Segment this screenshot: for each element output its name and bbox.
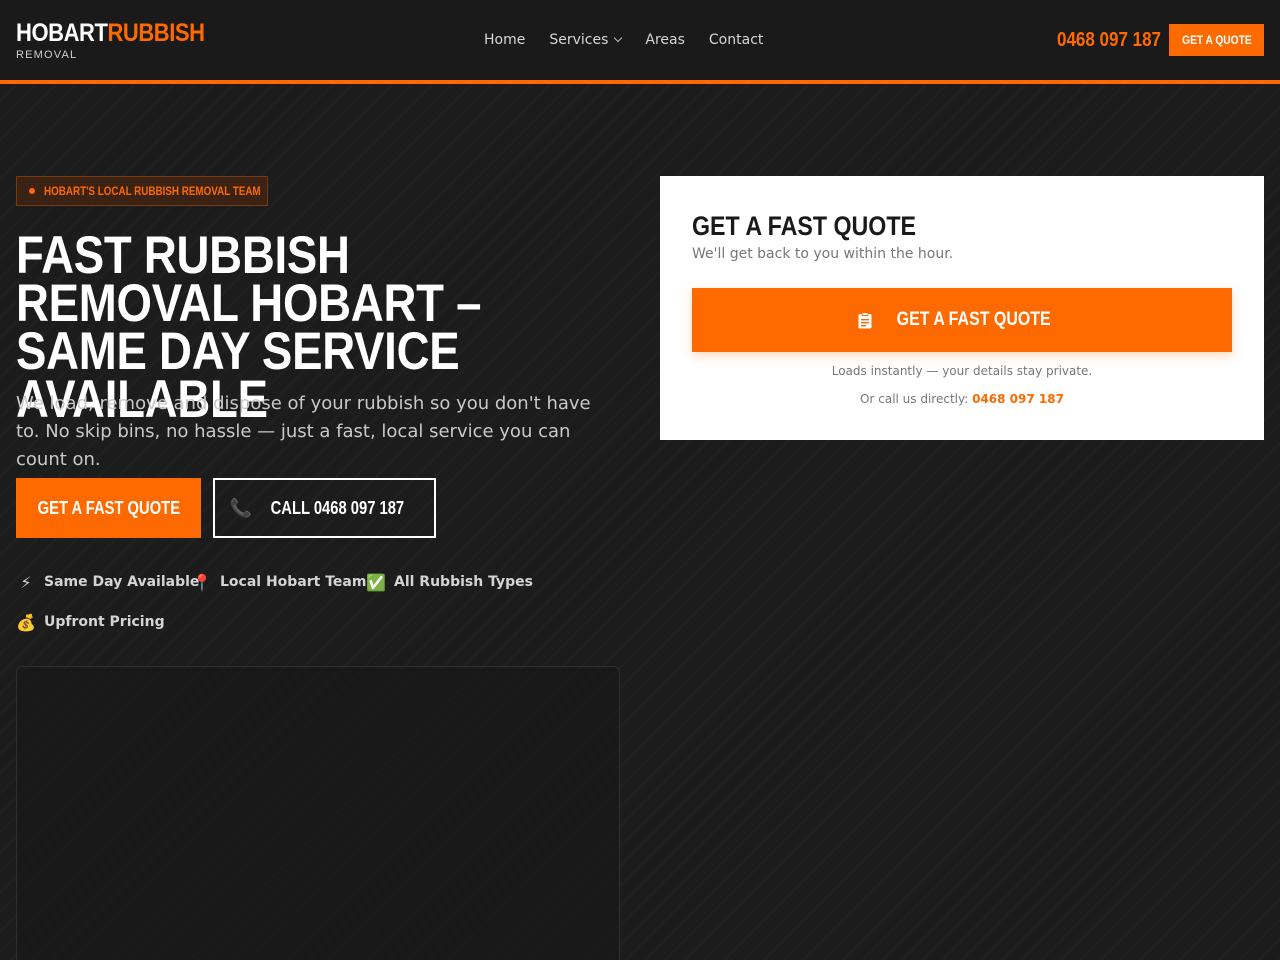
header-phone-link[interactable]: 0468 097 187 bbox=[1057, 27, 1161, 53]
money-bag-icon: 💰 bbox=[16, 612, 36, 632]
phone-icon: 📞 bbox=[229, 497, 253, 518]
logo-wordmark: HOBARTRUBBISH bbox=[16, 19, 205, 47]
nav-home[interactable]: Home bbox=[484, 30, 525, 50]
nav-contact[interactable]: Contact bbox=[709, 30, 763, 50]
site-header: HOBARTRUBBISH REMOVAL Home Services Area… bbox=[0, 0, 1280, 84]
quote-card-subtitle: We'll get back to you within the hour. bbox=[692, 246, 954, 262]
logo-subtitle: REMOVAL bbox=[16, 49, 78, 61]
quote-card-phone-link[interactable]: 0468 097 187 bbox=[972, 392, 1064, 406]
hero-badge: HOBART'S LOCAL RUBBISH REMOVAL TEAM bbox=[16, 176, 268, 206]
hero-call-button[interactable]: 📞 CALL 0468 097 187 bbox=[213, 478, 436, 538]
feature-same-day: ⚡ Same Day Available bbox=[16, 572, 199, 592]
hero-get-quote-button[interactable]: GET A FAST QUOTE bbox=[16, 478, 201, 538]
media-placeholder bbox=[16, 666, 620, 960]
check-icon: ✅ bbox=[366, 572, 386, 592]
chevron-down-icon bbox=[614, 33, 623, 43]
pin-icon: 📍 bbox=[192, 572, 212, 592]
quote-card: GET A FAST QUOTE We'll get back to you w… bbox=[660, 176, 1264, 440]
quote-card-title: GET A FAST QUOTE bbox=[692, 211, 917, 241]
header-get-quote-button[interactable]: GET A QUOTE bbox=[1169, 24, 1264, 56]
badge-dot-icon bbox=[29, 188, 35, 194]
feature-upfront-pricing: 💰 Upfront Pricing bbox=[16, 612, 165, 632]
quote-card-call-line: Or call us directly: 0468 097 187 bbox=[860, 392, 1064, 406]
lightning-icon: ⚡ bbox=[20, 572, 32, 592]
feature-local-team: 📍 Local Hobart Team bbox=[192, 572, 367, 592]
clipboard-icon bbox=[858, 311, 872, 329]
nav-services[interactable]: Services bbox=[549, 30, 623, 50]
nav-areas[interactable]: Areas bbox=[645, 30, 685, 50]
quote-card-button[interactable]: GET A FAST QUOTE bbox=[692, 288, 1232, 352]
hero-subtitle: We load, remove and dispose of your rubb… bbox=[16, 393, 591, 470]
quote-card-privacy-note: Loads instantly — your details stay priv… bbox=[831, 364, 1093, 378]
main-nav: Home Services Areas Contact bbox=[484, 30, 763, 50]
logo[interactable]: HOBARTRUBBISH REMOVAL bbox=[16, 18, 230, 61]
feature-all-types: ✅ All Rubbish Types bbox=[366, 572, 533, 592]
